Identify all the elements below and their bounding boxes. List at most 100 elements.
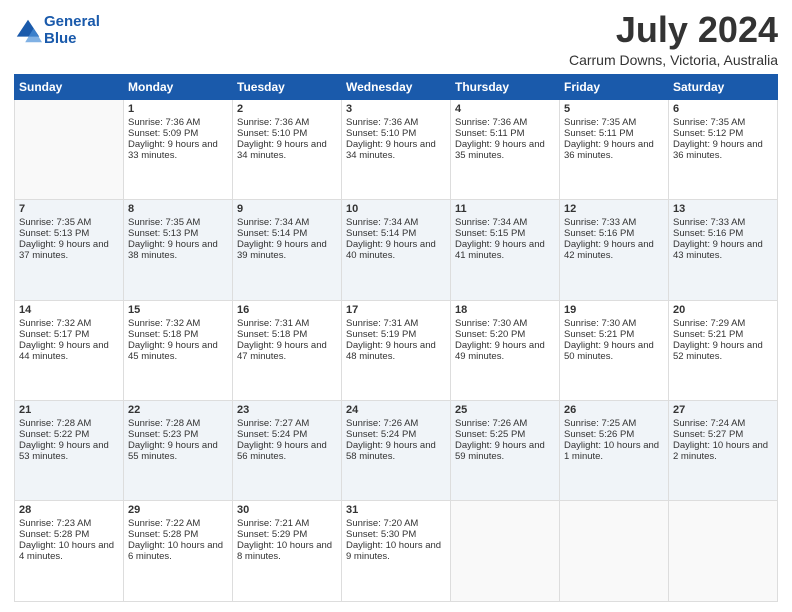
col-header-thursday: Thursday bbox=[451, 74, 560, 99]
sunrise-text: Sunrise: 7:21 AM bbox=[237, 518, 337, 529]
calendar-cell: 25Sunrise: 7:26 AMSunset: 5:25 PMDayligh… bbox=[451, 401, 560, 501]
day-number: 30 bbox=[237, 504, 337, 516]
day-number: 23 bbox=[237, 404, 337, 416]
logo: General Blue bbox=[14, 14, 100, 47]
sunset-text: Sunset: 5:24 PM bbox=[237, 429, 337, 440]
daylight-text: Daylight: 9 hours and 47 minutes. bbox=[237, 340, 337, 362]
day-number: 22 bbox=[128, 404, 228, 416]
day-number: 27 bbox=[673, 404, 773, 416]
calendar-week-3: 14 Sunrise: 7:32 AMSunset: 5:17 PM Dayligh… bbox=[15, 300, 778, 400]
page: General Blue July 2024 Carrum Downs, Vic… bbox=[0, 0, 792, 612]
sunset-text: Sunset: 5:11 PM bbox=[564, 128, 664, 139]
calendar-cell: 28Sunrise: 7:23 AMSunset: 5:28 PMDayligh… bbox=[15, 501, 124, 602]
sunrise-text: Sunrise: 7:29 AM bbox=[673, 318, 773, 329]
sunset-text: Sunset: 5:10 PM bbox=[346, 128, 446, 139]
daylight-text: Daylight: 10 hours and 4 minutes. bbox=[19, 540, 119, 562]
calendar-cell: 7Sunrise: 7:35 AMSunset: 5:13 PMDaylight… bbox=[15, 200, 124, 300]
sunset-text: Sunset: 5:24 PM bbox=[346, 429, 446, 440]
main-title: July 2024 bbox=[569, 10, 778, 50]
day-number: 13 bbox=[673, 203, 773, 215]
sunrise-text: Sunrise: 7:31 AM bbox=[237, 318, 337, 329]
sunset-text: Sunset: 5:22 PM bbox=[19, 429, 119, 440]
daylight-text: Daylight: 9 hours and 55 minutes. bbox=[128, 440, 228, 462]
sunset-text: Sunset: 5:18 PM bbox=[237, 329, 337, 340]
sunrise-text: Sunrise: 7:36 AM bbox=[455, 117, 555, 128]
daylight-text: Daylight: 9 hours and 50 minutes. bbox=[564, 340, 664, 362]
sunrise-text: Sunrise: 7:36 AM bbox=[128, 117, 228, 128]
sunset-text: Sunset: 5:15 PM bbox=[455, 228, 555, 239]
day-number: 11 bbox=[455, 203, 555, 215]
daylight-text: Daylight: 9 hours and 33 minutes. bbox=[128, 139, 228, 161]
logo-line2: Blue bbox=[44, 30, 77, 47]
sunrise-text: Sunrise: 7:28 AM bbox=[128, 418, 228, 429]
daylight-text: Daylight: 9 hours and 41 minutes. bbox=[455, 239, 555, 261]
col-header-wednesday: Wednesday bbox=[342, 74, 451, 99]
calendar-cell: 4Sunrise: 7:36 AMSunset: 5:11 PMDaylight… bbox=[451, 99, 560, 199]
day-number: 16 bbox=[237, 304, 337, 316]
col-header-tuesday: Tuesday bbox=[233, 74, 342, 99]
sunrise-text: Sunrise: 7:23 AM bbox=[19, 518, 119, 529]
sunrise-text: Sunrise: 7:33 AM bbox=[673, 217, 773, 228]
calendar-cell: 15Sunrise: 7:32 AMSunset: 5:18 PMDayligh… bbox=[124, 300, 233, 400]
daylight-text: Daylight: 10 hours and 6 minutes. bbox=[128, 540, 228, 562]
sunrise-text: Sunrise: 7:35 AM bbox=[673, 117, 773, 128]
sunset-text: Sunset: 5:17 PM bbox=[19, 329, 119, 340]
sunset-text: Sunset: 5:16 PM bbox=[564, 228, 664, 239]
sunrise-text: Sunrise: 7:27 AM bbox=[237, 418, 337, 429]
calendar-cell: 26Sunrise: 7:25 AMSunset: 5:26 PMDayligh… bbox=[560, 401, 669, 501]
sunset-text: Sunset: 5:23 PM bbox=[128, 429, 228, 440]
calendar-cell: 29Sunrise: 7:22 AMSunset: 5:28 PMDayligh… bbox=[124, 501, 233, 602]
calendar-cell bbox=[451, 501, 560, 602]
calendar-cell: 22 Sunrise: 7:28 AMSunset: 5:23 PMDayligh… bbox=[124, 401, 233, 501]
calendar-cell: 9Sunrise: 7:34 AMSunset: 5:14 PMDaylight… bbox=[233, 200, 342, 300]
day-number: 26 bbox=[564, 404, 664, 416]
daylight-text: Daylight: 10 hours and 2 minutes. bbox=[673, 440, 773, 462]
sunset-text: Sunset: 5:12 PM bbox=[673, 128, 773, 139]
daylight-text: Daylight: 9 hours and 48 minutes. bbox=[346, 340, 446, 362]
sunrise-text: Sunrise: 7:34 AM bbox=[346, 217, 446, 228]
daylight-text: Daylight: 9 hours and 34 minutes. bbox=[346, 139, 446, 161]
sunset-text: Sunset: 5:29 PM bbox=[237, 529, 337, 540]
sunrise-text: Sunrise: 7:22 AM bbox=[128, 518, 228, 529]
day-number: 10 bbox=[346, 203, 446, 215]
sunrise-text: Sunrise: 7:26 AM bbox=[346, 418, 446, 429]
calendar-cell: 16 Sunrise: 7:31 AMSunset: 5:18 PMDayligh… bbox=[233, 300, 342, 400]
col-header-sunday: Sunday bbox=[15, 74, 124, 99]
calendar-cell bbox=[15, 99, 124, 199]
sunset-text: Sunset: 5:09 PM bbox=[128, 128, 228, 139]
daylight-text: Daylight: 10 hours and 9 minutes. bbox=[346, 540, 446, 562]
sunset-text: Sunset: 5:16 PM bbox=[673, 228, 773, 239]
day-number: 14 bbox=[19, 304, 119, 316]
day-number: 17 bbox=[346, 304, 446, 316]
calendar-cell: 30Sunrise: 7:21 AMSunset: 5:29 PMDayligh… bbox=[233, 501, 342, 602]
daylight-text: Daylight: 9 hours and 53 minutes. bbox=[19, 440, 119, 462]
calendar-week-1: 1Sunrise: 7:36 AMSunset: 5:09 PMDaylight… bbox=[15, 99, 778, 199]
day-number: 25 bbox=[455, 404, 555, 416]
calendar-cell: 14Sunrise: 7:32 AMSunset: 5:17 PMDayligh… bbox=[15, 300, 124, 400]
sunset-text: Sunset: 5:27 PM bbox=[673, 429, 773, 440]
calendar-table: SundayMondayTuesdayWednesdayThursdayFrid… bbox=[14, 74, 778, 602]
day-number: 5 bbox=[564, 103, 664, 115]
sunset-text: Sunset: 5:28 PM bbox=[19, 529, 119, 540]
sunrise-text: Sunrise: 7:35 AM bbox=[564, 117, 664, 128]
sunset-text: Sunset: 5:13 PM bbox=[128, 228, 228, 239]
calendar-cell: 5Sunrise: 7:35 AMSunset: 5:11 PMDaylight… bbox=[560, 99, 669, 199]
sunset-text: Sunset: 5:20 PM bbox=[455, 329, 555, 340]
day-number: 12 bbox=[564, 203, 664, 215]
logo-icon bbox=[14, 17, 42, 45]
calendar-cell: 20Sunrise: 7:29 AMSunset: 5:21 PMDayligh… bbox=[669, 300, 778, 400]
calendar-cell: 6Sunrise: 7:35 AMSunset: 5:12 PMDaylight… bbox=[669, 99, 778, 199]
calendar-cell: 27Sunrise: 7:24 AMSunset: 5:27 PMDayligh… bbox=[669, 401, 778, 501]
sunset-text: Sunset: 5:21 PM bbox=[564, 329, 664, 340]
header: General Blue July 2024 Carrum Downs, Vic… bbox=[14, 10, 778, 68]
sunset-text: Sunset: 5:13 PM bbox=[19, 228, 119, 239]
calendar-cell: 11Sunrise: 7:34 AMSunset: 5:15 PMDayligh… bbox=[451, 200, 560, 300]
calendar-week-5: 28Sunrise: 7:23 AMSunset: 5:28 PMDayligh… bbox=[15, 501, 778, 602]
day-number: 3 bbox=[346, 103, 446, 115]
daylight-text: Daylight: 9 hours and 49 minutes. bbox=[455, 340, 555, 362]
sunset-text: Sunset: 5:14 PM bbox=[237, 228, 337, 239]
calendar-cell: 1Sunrise: 7:36 AMSunset: 5:09 PMDaylight… bbox=[124, 99, 233, 199]
day-number: 19 bbox=[564, 304, 664, 316]
daylight-text: Daylight: 9 hours and 43 minutes. bbox=[673, 239, 773, 261]
sunrise-text: Sunrise: 7:32 AM bbox=[19, 318, 119, 329]
